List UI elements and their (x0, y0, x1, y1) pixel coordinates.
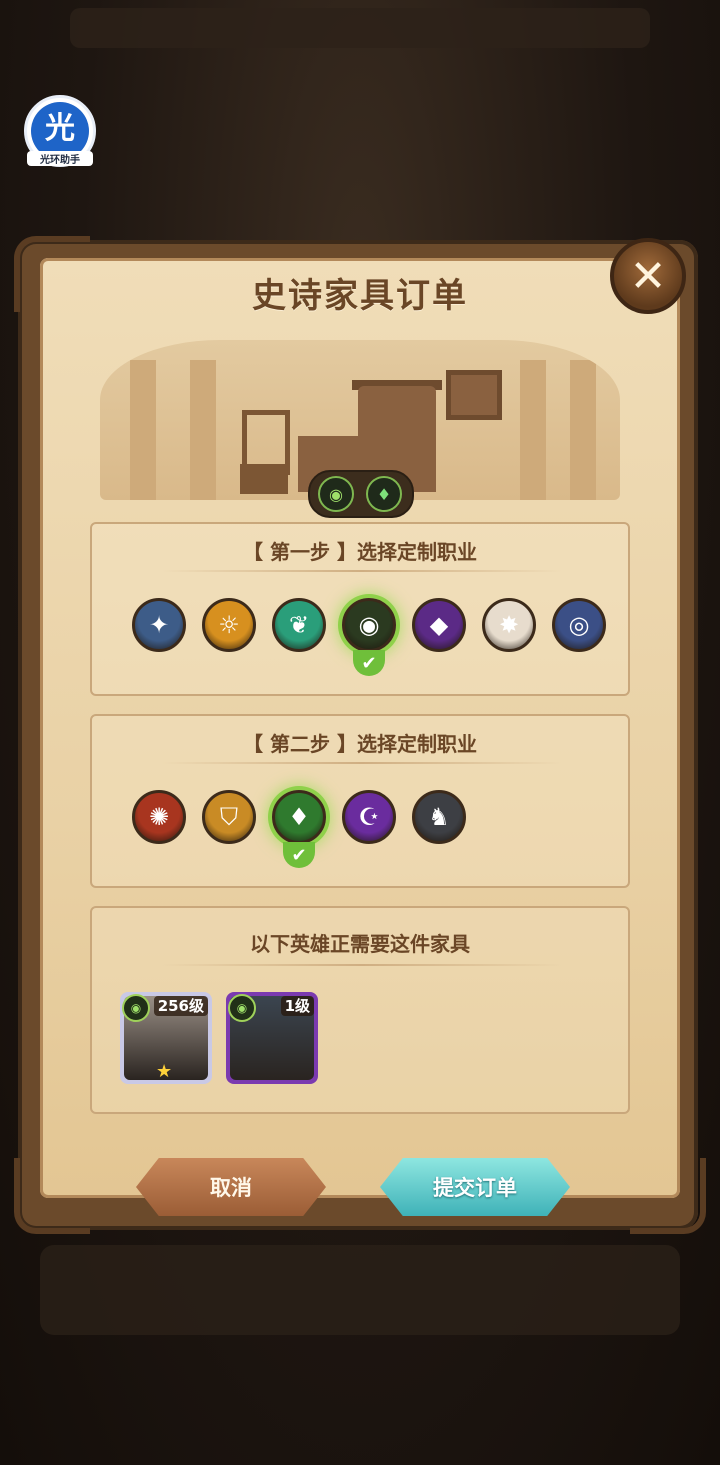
frame-corner-ornament (630, 1158, 706, 1234)
green-eye-icon: ◉ (122, 994, 150, 1022)
close-icon: ✕ (629, 250, 667, 302)
frame-corner-ornament (14, 1158, 90, 1234)
submit-order-button[interactable]: 提交订单 (380, 1158, 570, 1216)
background-bottom-bar (40, 1245, 680, 1335)
green-crystal-icon: ♦ (288, 803, 310, 831)
frame-corner-ornament (14, 236, 90, 312)
step2-option-gold-shield-icon[interactable]: ⛉ (202, 790, 256, 844)
chair-seat-graphic (240, 464, 288, 494)
green-eye-icon: ◉ (228, 994, 256, 1022)
gray-horned-icon: ♞ (428, 803, 450, 831)
step1-option-green-eye-icon[interactable]: ◉ (342, 598, 396, 652)
scene-pillar (520, 360, 546, 500)
step1-option-star-compass-icon[interactable]: ✦ (132, 598, 186, 652)
step1-option-blue-orb-icon[interactable]: ◎ (552, 598, 606, 652)
step2-option-purple-swirl-icon[interactable]: ☪ (342, 790, 396, 844)
hero-card[interactable]: ◉ 1级 (226, 992, 318, 1084)
step1-option-sun-keyhole-icon[interactable]: ☼ (202, 598, 256, 652)
leaf-icon: ❦ (288, 611, 310, 639)
blue-orb-icon: ◎ (568, 611, 590, 639)
step2-section: 【 第二步 】选择定制职业 ✺ ⛉ ♦ ✔ ☪ ♞ (90, 714, 630, 888)
heroes-title: 以下英雄正需要这件家具 (250, 932, 470, 956)
hero-level: 256级 (153, 996, 208, 1016)
step2-option-gray-horned-icon[interactable]: ♞ (412, 790, 466, 844)
background-top-bar (70, 8, 650, 48)
dialog-title: 史诗家具订单 (252, 276, 468, 316)
star-compass-icon: ✦ (148, 611, 170, 639)
hero-card[interactable]: ◉ 256级 ★ (120, 992, 212, 1084)
white-star-icon: ✸ (498, 611, 520, 639)
step2-option-red-flame-icon[interactable]: ✺ (132, 790, 186, 844)
green-eye-icon: ◉ (358, 611, 380, 639)
sun-keyhole-icon: ☼ (218, 611, 240, 639)
scene-pillar (570, 360, 596, 500)
step1-option-purple-crystal-icon[interactable]: ◆ (412, 598, 466, 652)
cancel-button[interactable]: 取消 (136, 1158, 326, 1216)
step1-option-leaf-icon[interactable]: ❦ (272, 598, 326, 652)
step1-option-white-star-icon[interactable]: ✸ (482, 598, 536, 652)
scene-pillar (190, 360, 216, 500)
green-crystal-icon: ♦ (366, 476, 402, 512)
step2-option-green-crystal-icon[interactable]: ♦ (272, 790, 326, 844)
hero-level: 1级 (280, 996, 314, 1016)
section-divider (162, 570, 562, 572)
star-icon: ★ (156, 1061, 173, 1082)
step1-title: 【 第一步 】选择定制职业 (243, 540, 477, 564)
purple-swirl-icon: ☪ (358, 803, 380, 831)
section-divider (162, 964, 562, 966)
checkmark-icon: ✔ (353, 650, 385, 676)
helper-caption: 光环助手 (27, 151, 93, 166)
close-button[interactable]: ✕ (610, 238, 686, 314)
scene-pillar (130, 360, 156, 500)
helper-logo-glyph: 光 (45, 111, 75, 146)
step2-title: 【 第二步 】选择定制职业 (243, 732, 477, 756)
section-divider (162, 762, 562, 764)
gold-shield-icon: ⛉ (220, 803, 238, 831)
heroes-section: 以下英雄正需要这件家具 ◉ 256级 ★ ◉ 1级 (90, 906, 630, 1114)
helper-app-badge[interactable]: 光 光环助手 (24, 95, 96, 167)
red-flame-icon: ✺ (148, 803, 170, 831)
checkmark-icon: ✔ (283, 842, 315, 868)
selected-class-pill: ◉ ♦ (308, 470, 414, 518)
purple-crystal-icon: ◆ (429, 611, 449, 639)
green-eye-icon: ◉ (318, 476, 354, 512)
step1-section: 【 第一步 】选择定制职业 ✦ ☼ ❦ ◉ ✔ ◆ ✸ ◎ (90, 522, 630, 696)
wall-frame-graphic (446, 370, 502, 420)
